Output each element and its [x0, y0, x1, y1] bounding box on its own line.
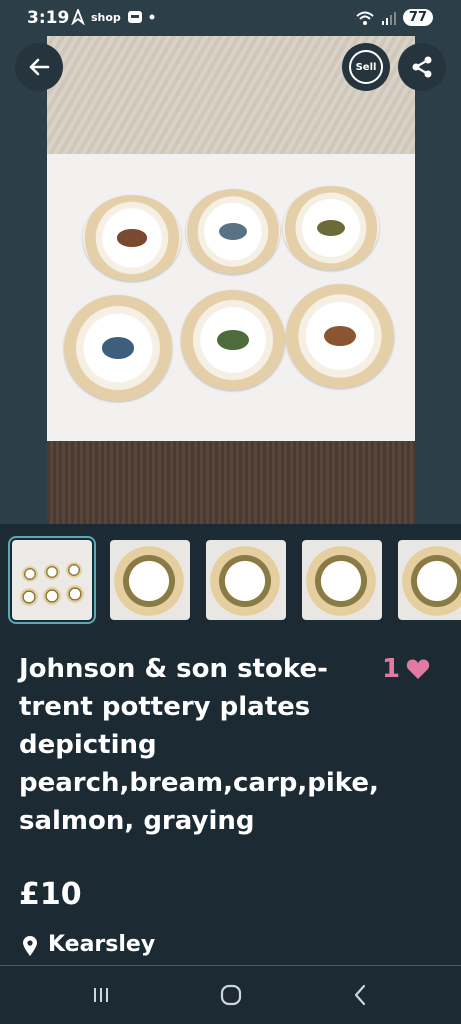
thumbnail-strip[interactable] — [0, 532, 461, 628]
plate-image — [186, 189, 280, 274]
plate-image — [286, 284, 394, 388]
back-button[interactable] — [15, 43, 63, 91]
system-navigation-bar — [0, 966, 461, 1024]
wifi-icon — [356, 11, 374, 25]
home-button[interactable] — [216, 982, 246, 1008]
plate-image — [181, 290, 285, 390]
thumbnail-4[interactable] — [302, 540, 382, 620]
location-label: Kearsley — [48, 932, 156, 957]
share-icon — [412, 56, 432, 78]
listing-photo[interactable] — [47, 36, 415, 524]
photo-floor — [47, 441, 415, 524]
location-pin-icon — [23, 936, 37, 956]
battery-indicator: 77 — [402, 9, 433, 26]
plate-image — [64, 295, 172, 401]
status-system-icons: 77 — [355, 9, 433, 26]
system-back-button[interactable] — [345, 982, 375, 1008]
plate-image — [83, 195, 181, 281]
status-notification-icons: shop — [71, 9, 155, 25]
sell-icon: Sell — [349, 50, 383, 84]
listing-location[interactable]: Kearsley — [22, 932, 155, 957]
recents-button[interactable] — [86, 982, 116, 1008]
signal-icon — [381, 11, 396, 25]
thumbnail-3[interactable] — [206, 540, 286, 620]
sell-label: Sell — [355, 61, 377, 73]
dot-icon — [149, 14, 155, 20]
thumbnail-1[interactable] — [8, 536, 96, 624]
plate-image — [283, 186, 379, 270]
share-button[interactable] — [398, 43, 446, 91]
back-icon — [354, 984, 366, 1006]
likes-count: 1 — [382, 654, 401, 684]
heart-icon — [406, 659, 430, 679]
listing-photo-area[interactable] — [0, 36, 461, 524]
sell-button[interactable]: Sell — [342, 43, 390, 91]
home-icon — [220, 984, 242, 1006]
like-button[interactable]: 1 — [382, 654, 430, 684]
listing-title: Johnson & son stoke- trent pottery plate… — [19, 654, 379, 836]
app-notification-icon — [127, 11, 142, 23]
navigation-pin-icon — [71, 9, 85, 25]
shop-app-icon: shop — [91, 10, 121, 24]
listing-price: £10 — [19, 877, 82, 912]
status-bar: 3:19 shop 77 — [0, 0, 461, 36]
thumbnail-5[interactable] — [398, 540, 461, 620]
status-time: 3:19 — [27, 8, 70, 28]
thumbnail-2[interactable] — [110, 540, 190, 620]
back-arrow-icon — [29, 58, 50, 76]
recents-icon — [94, 988, 108, 1002]
